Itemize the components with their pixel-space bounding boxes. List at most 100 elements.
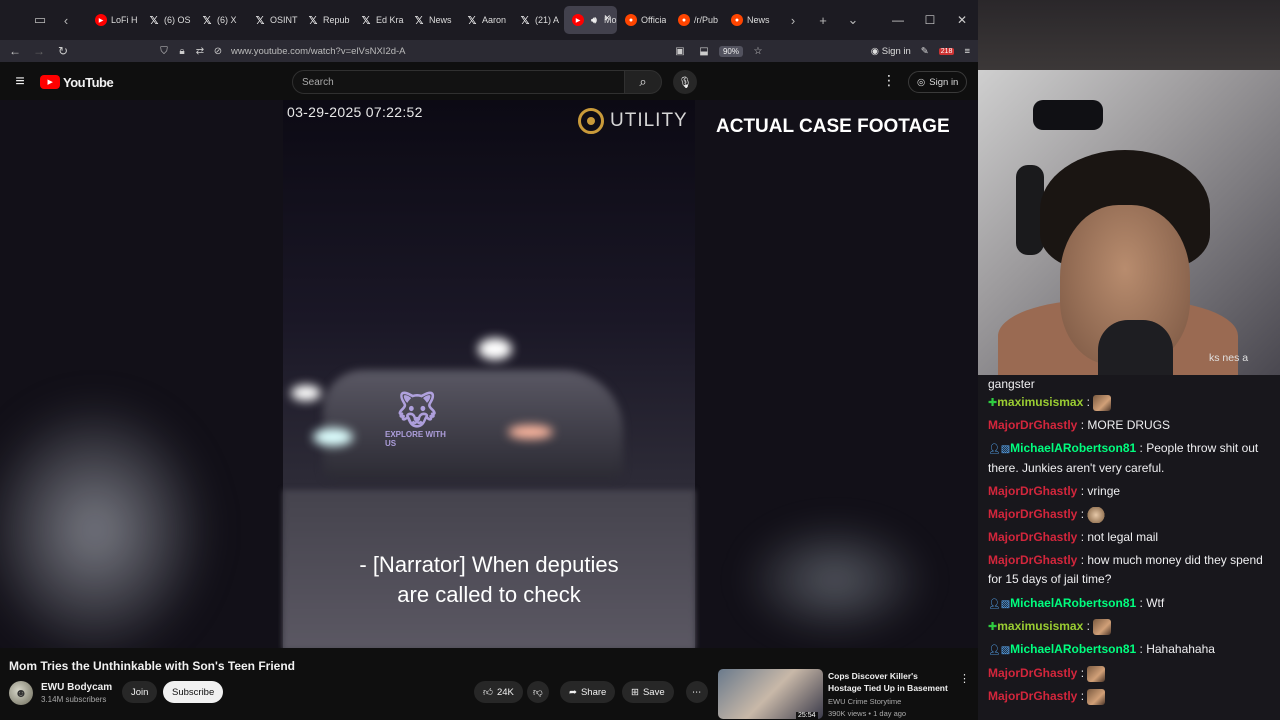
minimize-icon[interactable]: — (882, 13, 914, 27)
chat-username[interactable]: MajorDrGhastly (988, 484, 1077, 498)
maximize-icon[interactable]: ☐ (914, 13, 946, 27)
wolf-watermark-icon: 🐺︎ EXPLORE WITH US (385, 390, 449, 460)
recommended-more-icon[interactable]: ⋮ (959, 672, 970, 685)
channel-avatar[interactable]: ☻ (9, 681, 33, 705)
chat-separator: : (1083, 619, 1094, 633)
chat-username[interactable]: MichaelARobertson81 (1010, 596, 1136, 610)
chat-username[interactable]: MajorDrGhastly (988, 689, 1077, 703)
chat-username[interactable]: MajorDrGhastly (988, 507, 1077, 521)
tab-13[interactable]: ● News (723, 6, 776, 34)
youtube-icon: ▶ (95, 14, 107, 26)
tab-7[interactable]: 𝕏 News (405, 6, 458, 34)
reddit-icon: ● (731, 14, 743, 26)
join-button[interactable]: Join (122, 681, 158, 703)
lock-icon[interactable]: 🔒︎ (173, 46, 191, 57)
channel-name[interactable]: EWU Bodycam (41, 682, 112, 693)
chat-username[interactable]: MichaelARobertson81 (1010, 642, 1136, 656)
back-icon[interactable]: ← (3, 44, 27, 58)
tab-2[interactable]: 𝕏 (6) OS (140, 6, 193, 34)
recommended-channel: EWU Crime Storytime (828, 697, 902, 706)
guide-menu-icon[interactable]: ≡ (0, 73, 40, 91)
chat-message: ✚ maximusismax : (988, 393, 1278, 413)
x-icon: 𝕏 (202, 14, 212, 27)
youtube-signin-button[interactable]: ◎ Sign in (908, 71, 968, 93)
extension-badge[interactable]: 218 (938, 47, 955, 55)
close-tab-icon[interactable]: ✕ (603, 13, 611, 24)
tab-8[interactable]: 𝕏 Aaron (458, 6, 511, 34)
chat-username[interactable]: maximusismax (997, 395, 1083, 409)
emote-icon (1087, 506, 1106, 523)
tab-1[interactable]: ▶ LoFi H (87, 6, 140, 34)
new-tab-icon[interactable]: + (810, 7, 836, 33)
tab-11[interactable]: ● Officia (617, 6, 670, 34)
scroll-tabs-right-icon[interactable]: › (780, 7, 806, 33)
tab-label: OSINT (270, 15, 298, 25)
youtube-logo[interactable]: ▶ YouTube (40, 74, 114, 90)
x-icon: 𝕏 (520, 14, 530, 27)
forward-icon[interactable]: → (27, 44, 51, 58)
youtube-logo-text: YouTube (63, 74, 114, 90)
list-all-tabs-icon[interactable]: ⌄ (840, 7, 866, 33)
recommended-video[interactable]: 25:54 Cops Discover Killer's Hostage Tie… (718, 669, 978, 720)
recommended-title[interactable]: Cops Discover Killer's Hostage Tied Up i… (828, 670, 953, 694)
scroll-tabs-left-icon[interactable]: ‹ (53, 7, 79, 33)
picture-in-picture-icon[interactable]: ▣ (671, 46, 689, 57)
shield-icon[interactable]: ⛉ (155, 46, 173, 57)
reload-icon[interactable]: ↻ (51, 44, 75, 58)
emote-icon (1093, 394, 1112, 411)
tab-4[interactable]: 𝕏 OSINT (246, 6, 299, 34)
tab-12[interactable]: ● /r/Pub (670, 6, 723, 34)
like-button[interactable]: 👍︎ 24K (474, 681, 523, 703)
x-icon: 𝕏 (308, 14, 318, 27)
chat-message: gangster (988, 375, 1278, 394)
footage-light (478, 338, 512, 360)
extensions-icon[interactable]: ✎ (921, 46, 929, 57)
tab-6[interactable]: 𝕏 Ed Kra (352, 6, 405, 34)
blurred-background-left (0, 400, 210, 648)
chat-username[interactable]: MajorDrGhastly (988, 418, 1077, 432)
chat-separator: : (1077, 666, 1088, 680)
zoom-level[interactable]: 90% (718, 45, 743, 57)
tab-groups-icon[interactable]: ▭ (27, 7, 53, 33)
bookmark-star-icon[interactable]: ☆ (749, 46, 767, 57)
share-button[interactable]: ➦ Share (560, 681, 616, 703)
settings-more-icon[interactable]: ⋮ (882, 72, 896, 89)
account-signin-button[interactable]: ◉ Sign in (871, 46, 911, 57)
plus-badge-icon: ✚ (988, 621, 998, 633)
tab-label: (6) X (217, 15, 237, 25)
dislike-button[interactable]: 👎︎ (527, 681, 549, 703)
chat-text: not legal mail (1087, 530, 1159, 544)
close-window-icon[interactable]: ✕ (946, 13, 978, 27)
permissions-icon[interactable]: ⇄ (191, 46, 209, 57)
emote-icon (1087, 688, 1106, 705)
subscribe-button[interactable]: Subscribe (163, 681, 224, 703)
webcam-overlay-text: ks nes a (1209, 352, 1249, 364)
microphone-icon (1098, 320, 1173, 375)
chat-message: MajorDrGhastly : (988, 687, 1278, 706)
menu-icon[interactable]: ≡ (964, 46, 970, 57)
tab-5[interactable]: 𝕏 Repub (299, 6, 352, 34)
tab-9[interactable]: 𝕏 (21) A (511, 6, 564, 34)
nav-bar: ← → ↻ ⛉ 🔒︎ ⇄ ⊘ www.youtube.com/watch?v=e… (0, 40, 978, 62)
chat-username[interactable]: MajorDrGhastly (988, 530, 1077, 544)
chat-separator: : (1136, 596, 1147, 610)
video-player[interactable]: 🐺︎ EXPLORE WITH US 03-29-2025 07:22:52 U… (0, 100, 978, 648)
muted-icon[interactable]: ⊘ (209, 46, 227, 57)
like-count: 24K (496, 686, 514, 698)
chat-username[interactable]: MajorDrGhastly (988, 553, 1077, 567)
chat-username[interactable]: maximusismax (997, 619, 1083, 633)
chat-username[interactable]: MajorDrGhastly (988, 666, 1077, 680)
tab-10[interactable]: ▶ 🔊︎ Mo ✕ (564, 6, 617, 34)
download-page-icon[interactable]: ⬓ (695, 46, 713, 57)
address-bar[interactable]: ⛉ 🔒︎ ⇄ ⊘ www.youtube.com/watch?v=elVsNXI… (155, 40, 767, 62)
chat-message: MajorDrGhastly : (988, 505, 1278, 524)
search-button[interactable]: ⌕ (624, 70, 662, 94)
speaker-icon[interactable]: 🔊︎ (588, 14, 600, 26)
voice-search-icon[interactable]: 🎙︎ (673, 70, 697, 94)
save-button[interactable]: ⊞ Save (622, 681, 674, 703)
tab-3[interactable]: 𝕏 (6) X (193, 6, 246, 34)
caption-line: are called to check (397, 582, 581, 607)
search-input[interactable]: Search (292, 70, 625, 94)
chat-username[interactable]: MichaelARobertson81 (1010, 441, 1136, 455)
more-actions-button[interactable]: ⋯ (686, 681, 708, 703)
